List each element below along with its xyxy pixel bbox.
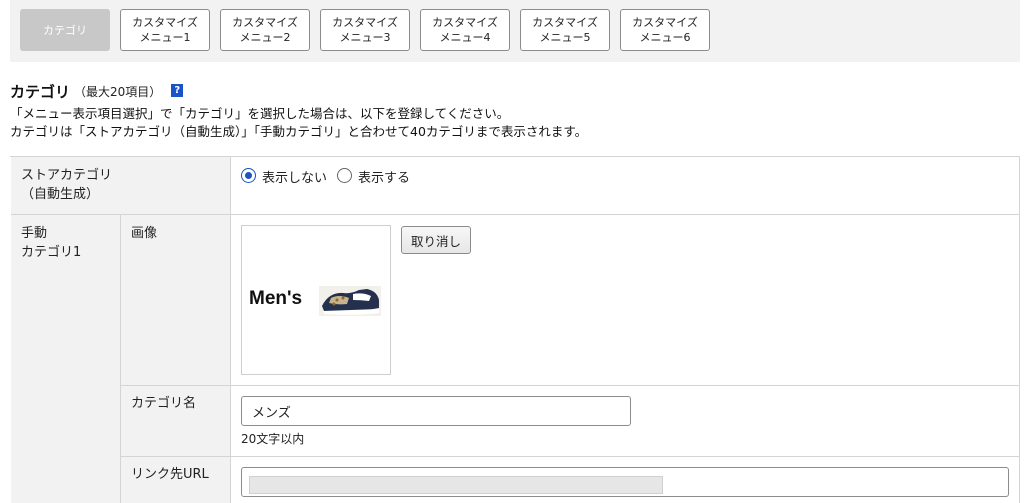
url-value-redacted: [249, 476, 663, 494]
tab-custom-menu-3[interactable]: カスタマイズ メニュー3: [320, 9, 410, 51]
tab-label: カスタマイズ: [132, 16, 198, 29]
category-form-table: ストアカテゴリ （自動生成） 表示しない 表示する 手動 カテゴリ1 画像 カテ…: [10, 156, 1020, 503]
help-icon[interactable]: ?: [171, 83, 184, 97]
tab-label-sub: メニュー4: [439, 31, 491, 44]
store-category-label-cell: ストアカテゴリ （自動生成）: [11, 157, 231, 215]
store-category-value-cell: 表示しない 表示する: [231, 157, 1020, 215]
category-name-label: カテゴリ名: [131, 396, 197, 411]
category-image-preview: Men's: [241, 225, 391, 375]
tab-custom-menu-2[interactable]: カスタマイズ メニュー2: [220, 9, 310, 51]
category-name-input[interactable]: メンズ: [241, 396, 631, 426]
tab-label: カスタマイズ: [532, 16, 598, 29]
radio-show-label[interactable]: 表示する: [358, 167, 410, 186]
tab-label: カテゴリ: [43, 23, 87, 37]
cancel-image-button[interactable]: 取り消し: [401, 226, 472, 254]
category-name-value: メンズ: [252, 405, 291, 421]
store-category-label: ストアカテゴリ: [21, 168, 113, 183]
section-header: カテゴリ （最大20項目） ?: [10, 80, 184, 102]
tab-label: カスタマイズ: [432, 16, 498, 29]
manual-category-number: カテゴリ1: [21, 245, 82, 260]
link-url-label: リンク先URL: [131, 467, 209, 482]
tab-label-sub: メニュー3: [339, 31, 391, 44]
tab-label: カスタマイズ: [232, 16, 298, 29]
category-name-hint: 20文字以内: [241, 432, 305, 446]
menu-tab-bar: カテゴリ カスタマイズ メニュー1 カスタマイズ メニュー2 カスタマイズ メニ…: [10, 0, 1020, 62]
radio-show[interactable]: [337, 168, 352, 183]
tab-label: カスタマイズ: [632, 16, 698, 29]
section-description-2: カテゴリは「ストアカテゴリ（自動生成）」「手動カテゴリ」と合わせて40カテゴリま…: [10, 124, 588, 139]
tab-custom-menu-4[interactable]: カスタマイズ メニュー4: [420, 9, 510, 51]
tab-label-sub: メニュー2: [239, 31, 291, 44]
store-category-sublabel: （自動生成）: [21, 187, 100, 202]
section-title: カテゴリ: [10, 82, 71, 101]
tab-label-sub: メニュー1: [139, 31, 191, 44]
image-label: 画像: [131, 226, 158, 241]
radio-hide-label[interactable]: 表示しない: [262, 167, 327, 186]
tab-label-sub: メニュー5: [539, 31, 591, 44]
tab-custom-menu-1[interactable]: カスタマイズ メニュー1: [120, 9, 210, 51]
image-label-cell: 画像: [121, 215, 231, 386]
url-value-cell: [231, 457, 1020, 503]
manual-category-label-cell: 手動 カテゴリ1: [11, 215, 121, 503]
tab-label-sub: メニュー6: [639, 31, 691, 44]
name-value-cell: メンズ 20文字以内: [231, 386, 1020, 457]
manual-category-label: 手動: [21, 226, 48, 241]
tab-category[interactable]: カテゴリ: [20, 9, 110, 51]
radio-hide[interactable]: [241, 168, 256, 183]
banner-text: Men's: [249, 288, 303, 309]
tab-custom-menu-5[interactable]: カスタマイズ メニュー5: [520, 9, 610, 51]
section-limit-note: （最大20項目）: [74, 84, 162, 99]
sneaker-image: [319, 286, 381, 316]
link-url-input[interactable]: [241, 467, 1009, 497]
tab-label: カスタマイズ: [332, 16, 398, 29]
name-label-cell: カテゴリ名: [121, 386, 231, 457]
section-description-1: 「メニュー表示項目選択」で「カテゴリ」を選択した場合は、以下を登録してください。: [10, 106, 510, 121]
tab-custom-menu-6[interactable]: カスタマイズ メニュー6: [620, 9, 710, 51]
url-label-cell: リンク先URL: [121, 457, 231, 503]
